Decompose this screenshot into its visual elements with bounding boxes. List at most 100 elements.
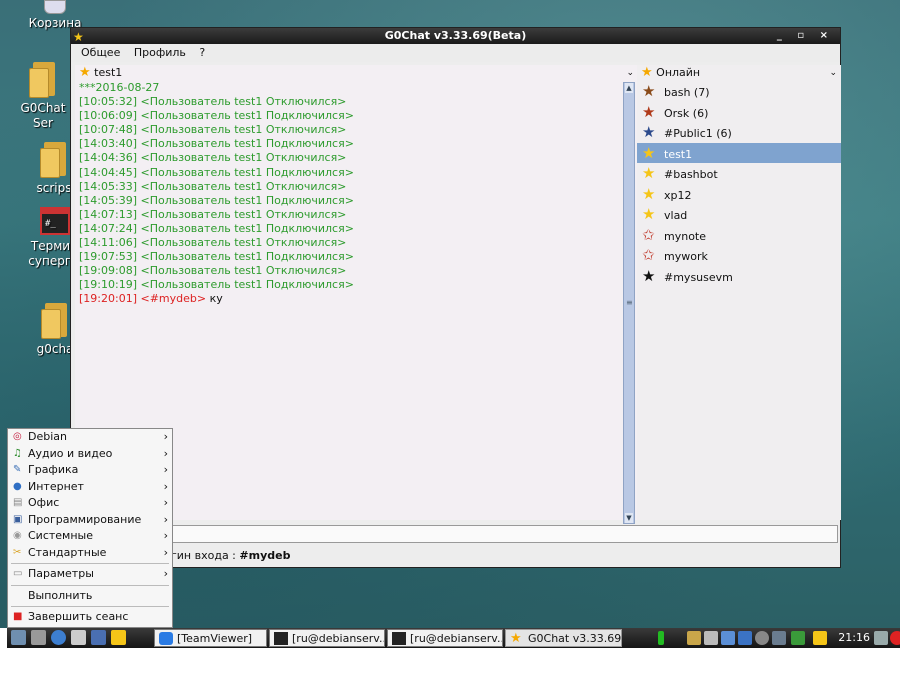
chat-scrollbar[interactable]: ▲ ≡ ▼ — [623, 82, 635, 524]
user-row[interactable]: ★ #bashbot — [637, 163, 841, 184]
user-name: test1 — [664, 147, 693, 161]
scroll-up-icon[interactable]: ▲ — [625, 83, 633, 93]
menu-item-run[interactable]: Выполнить — [8, 588, 172, 605]
user-row[interactable]: ★ test1 — [637, 142, 841, 163]
chevron-right-icon: › — [163, 545, 168, 559]
user-row[interactable]: ★ xp12 — [637, 184, 841, 205]
channel-name: test1 — [94, 66, 123, 79]
menu-item-category[interactable]: ♫ Аудио и видео › — [8, 446, 172, 463]
menu-item-category[interactable]: ◎ Debian › — [8, 429, 172, 446]
status-selector[interactable]: ★ Онлайн ⌄ — [637, 65, 841, 81]
logout-icon: ■ — [13, 611, 23, 622]
user-row[interactable]: ★ vlad — [637, 204, 841, 225]
menu-item-category[interactable]: ✎ Графика › — [8, 462, 172, 479]
window-controls[interactable]: _ ▫ × — [777, 28, 834, 44]
start-menu-icon[interactable] — [11, 630, 26, 645]
star-outline-icon: ✩ — [642, 246, 655, 264]
terminal-icon: #_ — [40, 207, 70, 235]
menu-item-label: Завершить сеанс — [28, 610, 129, 623]
terminal-launcher-icon[interactable] — [71, 630, 86, 645]
line-time: [14:11:06] — [79, 236, 137, 250]
task-terminal-1[interactable]: [ru@debianserv... — [269, 629, 385, 647]
user-row[interactable]: ★ #mysusevm — [637, 266, 841, 287]
chevron-right-icon: › — [163, 446, 168, 460]
window-titlebar[interactable]: ★ G0Chat v3.33.69(Beta) _ ▫ × — [71, 28, 840, 44]
channel-selector[interactable]: ★ test1 ⌄ — [75, 65, 640, 81]
line-time: [14:03:40] — [79, 137, 137, 151]
terminal-icon — [274, 632, 288, 645]
user-row[interactable]: ★ #Public1 (6) — [637, 122, 841, 143]
desktop-icon-g0chatserver[interactable]: G0ChatSer — [8, 62, 78, 131]
browser-icon[interactable] — [51, 630, 66, 645]
clock[interactable]: 21:16 — [838, 628, 870, 648]
task-label: [TeamViewer] — [177, 632, 253, 645]
trash-icon — [44, 0, 66, 14]
chevron-down-icon[interactable]: ⌄ — [626, 65, 634, 81]
message-input[interactable] — [171, 525, 838, 543]
file-manager-icon[interactable] — [687, 631, 701, 645]
star-tray-icon[interactable] — [813, 631, 827, 645]
line-time: [14:04:36] — [79, 151, 137, 165]
menu-item-category[interactable]: ▣ Программирование › — [8, 512, 172, 529]
task-teamviewer[interactable]: [TeamViewer] — [154, 629, 267, 647]
settings-tray-icon[interactable] — [755, 631, 769, 645]
updates-icon[interactable] — [791, 631, 805, 645]
menu-item-label: Системные — [28, 529, 93, 542]
cpu-monitor-icon — [658, 631, 664, 645]
menu-profile[interactable]: Профиль — [134, 46, 186, 59]
menu-item-category[interactable]: ◉ Системные › — [8, 528, 172, 545]
menu-general[interactable]: Общее — [81, 46, 120, 59]
line-time: [10:06:09] — [79, 109, 137, 123]
menu-item-category[interactable]: ✂ Стандартные › — [8, 545, 172, 562]
volume-icon[interactable] — [772, 631, 786, 645]
menu-separator — [11, 563, 169, 564]
menu-item-label: Параметры — [28, 567, 94, 580]
chevron-right-icon: › — [163, 529, 168, 542]
menu-item-label: Программирование — [28, 512, 142, 526]
power-icon[interactable] — [890, 631, 900, 645]
minimize-all-icon[interactable] — [31, 630, 46, 645]
network-icon[interactable] — [738, 631, 752, 645]
task-g0chat[interactable]: ★ G0Chat v3.33.69... — [505, 629, 622, 647]
menu-item-settings[interactable]: ▭ Параметры › — [8, 566, 172, 583]
star-launcher-icon[interactable] — [111, 630, 126, 645]
taskbar: [TeamViewer] [ru@debianserv... [ru@debia… — [7, 628, 900, 648]
terminal-icon — [392, 632, 406, 645]
user-row[interactable]: ✩ mynote — [637, 225, 841, 246]
desktop-icon-label: g0cha — [36, 342, 74, 356]
notes-icon[interactable] — [704, 631, 718, 645]
line-text: <Пользователь test1 Отключился> — [140, 95, 347, 109]
user-name: #mysusevm — [664, 270, 733, 284]
desktop-icon-label: Терми суперп — [28, 239, 73, 268]
user-name: mywork — [664, 250, 708, 263]
internet-icon: ● — [13, 480, 22, 492]
task-terminal-2[interactable]: [ru@debianserv... — [387, 629, 503, 647]
chevron-down-icon[interactable]: ⌄ — [829, 65, 837, 81]
menu-item-logout[interactable]: ■ Завершить сеанс — [8, 609, 172, 626]
menu-separator — [11, 584, 169, 586]
g0chat-launcher-icon[interactable] — [91, 630, 106, 645]
chevron-right-icon: › — [163, 567, 168, 580]
scroll-down-icon[interactable]: ▼ — [625, 513, 633, 523]
user-name: #Public1 (6) — [664, 127, 732, 140]
display-icon[interactable] — [721, 631, 735, 645]
menu-item-label: Графика — [28, 463, 79, 476]
user-row[interactable]: ★ bash (7) — [637, 81, 841, 102]
line-time: [14:04:45] — [79, 165, 137, 179]
line-text: <Пользователь test1 Подключился> — [140, 250, 354, 264]
accessories-icon: ✂ — [13, 546, 22, 558]
display-settings-icon[interactable] — [874, 631, 888, 645]
users-pane: ★ Онлайн ⌄ ★ bash (7) ★ Orsk (6) ★ #Public1 (… — [637, 65, 841, 520]
audio-video-icon: ♫ — [13, 447, 22, 459]
app-star-icon: ★ — [73, 30, 84, 44]
date-line: ***2016-08-27 — [79, 81, 160, 94]
login-value: #mydeb — [239, 549, 291, 562]
menu-help[interactable]: ? — [199, 46, 205, 59]
menu-item-category[interactable]: ▤ Офис › — [8, 495, 172, 512]
settings-icon: ▭ — [13, 568, 23, 579]
user-row[interactable]: ✩ mywork — [637, 245, 841, 266]
user-row[interactable]: ★ Orsk (6) — [637, 102, 841, 123]
user-list: ★ bash (7) ★ Orsk (6) ★ #Public1 (6) ★ test1 ★ #b… — [637, 81, 841, 286]
user-name: #bashbot — [664, 168, 718, 181]
menu-item-category[interactable]: ● Интернет › — [8, 479, 172, 496]
